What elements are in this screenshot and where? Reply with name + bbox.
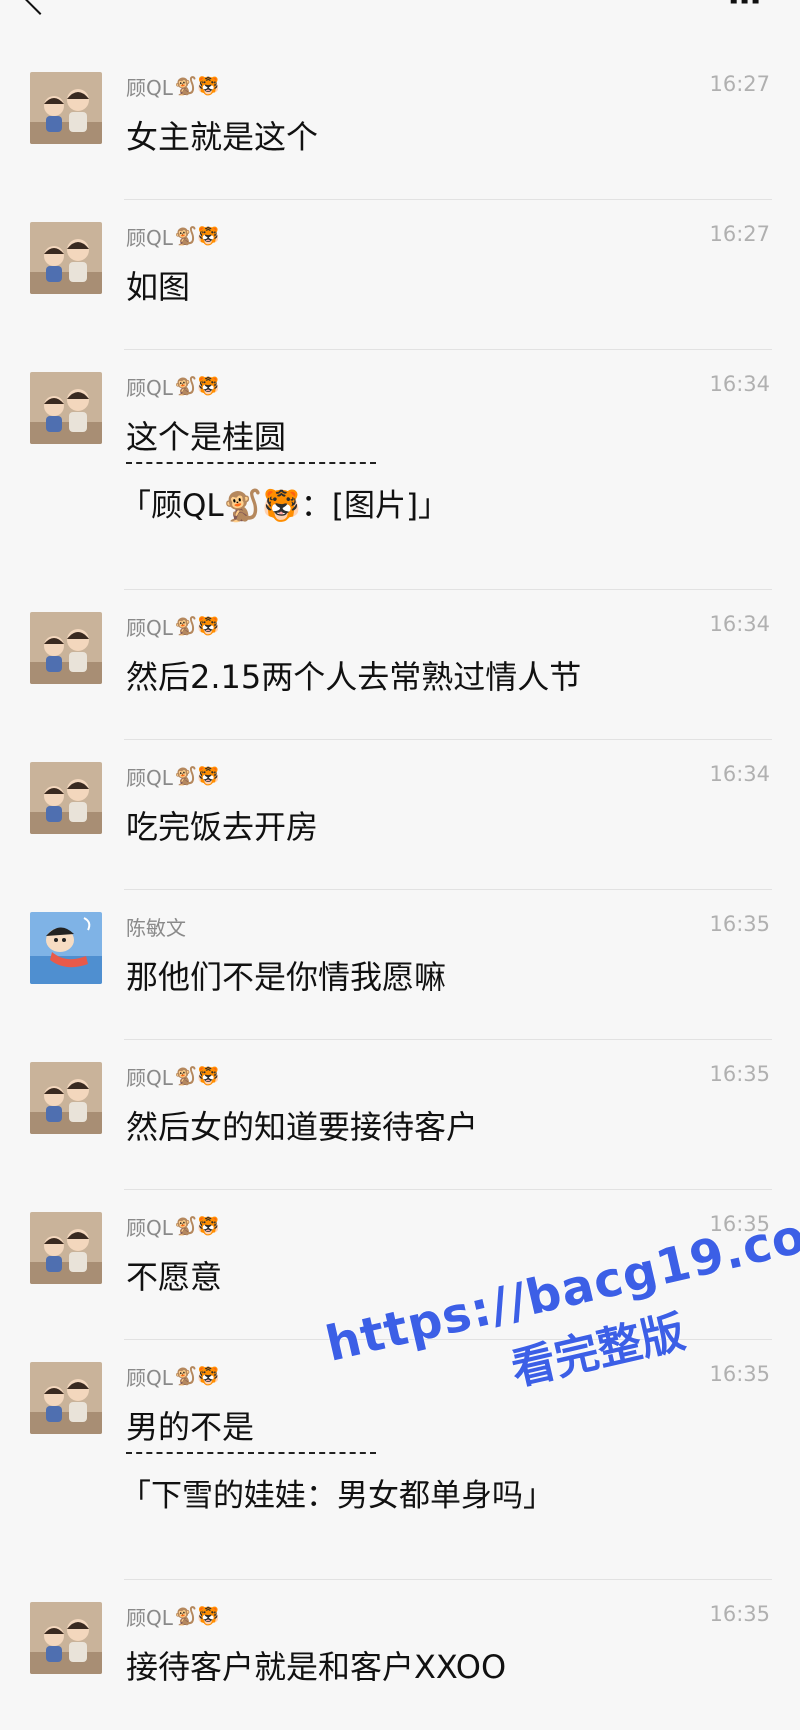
message-time: 16:27	[709, 72, 770, 96]
avatar[interactable]	[30, 912, 102, 984]
avatar[interactable]	[30, 762, 102, 834]
message-text[interactable]: 如图	[126, 262, 190, 308]
sender-emoji: 🐒🐯	[174, 766, 220, 787]
quoted-message[interactable]: 「下雪的娃娃：男女都单身吗」	[120, 1470, 554, 1515]
sender-name-text: 顾QL	[126, 766, 173, 790]
sender-name: 顾QL 🐒🐯	[126, 762, 220, 791]
sender-name: 顾QL 🐒🐯	[126, 1212, 220, 1241]
sender-emoji: 🐒🐯	[174, 376, 220, 397]
sender-name-text: 顾QL	[126, 1216, 173, 1240]
sender-emoji: 🐒🐯	[174, 76, 220, 97]
message-item[interactable]: 顾QL 🐒🐯 16:27 女主就是这个	[0, 50, 800, 200]
message-time: 16:34	[709, 372, 770, 396]
avatar[interactable]	[30, 1062, 102, 1134]
message-text[interactable]: 吃完饭去开房	[126, 802, 318, 848]
message-item[interactable]: 顾QL 🐒🐯 16:35 接待客户就是和客户XXOO	[0, 1580, 800, 1730]
sender-name-text: 顾QL	[126, 376, 173, 400]
sender-emoji: 🐒🐯	[174, 1366, 220, 1387]
message-item[interactable]: 陈敏文 16:35 那他们不是你情我愿嘛	[0, 890, 800, 1040]
message-time: 16:34	[709, 612, 770, 636]
top-bar: ···	[0, 0, 800, 46]
message-text[interactable]: 接待客户就是和客户XXOO	[126, 1642, 506, 1688]
message-item[interactable]: 顾QL 🐒🐯 16:35 不愿意	[0, 1190, 800, 1340]
sender-name: 顾QL 🐒🐯	[126, 1062, 220, 1091]
avatar[interactable]	[30, 1602, 102, 1674]
message-item[interactable]: 顾QL 🐒🐯 16:34 然后2.15两个人去常熟过情人节	[0, 590, 800, 740]
sender-emoji: 🐒🐯	[174, 1606, 220, 1627]
sender-name: 顾QL 🐒🐯	[126, 1362, 220, 1391]
sender-name-text: 顾QL	[126, 1606, 173, 1630]
message-text[interactable]: 这个是桂圆	[126, 412, 286, 458]
sender-emoji: 🐒🐯	[174, 616, 220, 637]
message-text[interactable]: 男的不是	[126, 1402, 254, 1448]
avatar[interactable]	[30, 372, 102, 444]
message-item[interactable]: 顾QL 🐒🐯 16:35 男的不是「下雪的娃娃：男女都单身吗」	[0, 1340, 800, 1580]
sender-emoji: 🐒🐯	[174, 226, 220, 247]
sender-emoji: 🐒🐯	[174, 1216, 220, 1237]
message-item[interactable]: 顾QL 🐒🐯 16:34 这个是桂圆「顾QL🐒🐯：[图片]」	[0, 350, 800, 590]
sender-name: 顾QL 🐒🐯	[126, 72, 220, 101]
sender-name-text: 顾QL	[126, 76, 173, 100]
message-time: 16:27	[709, 222, 770, 246]
message-item[interactable]: 顾QL 🐒🐯 16:27 如图	[0, 200, 800, 350]
sender-name: 顾QL 🐒🐯	[126, 222, 220, 251]
quoted-message[interactable]: 「顾QL🐒🐯：[图片]」	[120, 480, 449, 525]
sender-name-text: 顾QL	[126, 1366, 173, 1390]
sender-name: 陈敏文	[126, 912, 188, 941]
message-text[interactable]: 然后女的知道要接待客户	[126, 1102, 478, 1148]
quote-separator	[126, 462, 376, 464]
message-time: 16:35	[709, 1062, 770, 1086]
message-item[interactable]: 顾QL 🐒🐯 16:34 吃完饭去开房	[0, 740, 800, 890]
avatar[interactable]	[30, 72, 102, 144]
sender-name-text: 顾QL	[126, 1066, 173, 1090]
message-time: 16:35	[709, 1362, 770, 1386]
sender-name-text: 顾QL	[126, 226, 173, 250]
avatar[interactable]	[30, 612, 102, 684]
message-item[interactable]: 顾QL 🐒🐯 16:35 然后女的知道要接待客户	[0, 1040, 800, 1190]
message-text[interactable]: 那他们不是你情我愿嘛	[126, 952, 446, 998]
sender-name: 顾QL 🐒🐯	[126, 1602, 220, 1631]
quote-separator	[126, 1452, 376, 1454]
message-text[interactable]: 然后2.15两个人去常熟过情人节	[126, 652, 581, 698]
message-list[interactable]: 顾QL 🐒🐯 16:27 女主就是这个 顾QL 🐒🐯 16:27 如图 顾QL 🐒🐯 16:34 这个…	[0, 50, 800, 1730]
message-text[interactable]: 不愿意	[126, 1252, 222, 1298]
message-time: 16:35	[709, 1212, 770, 1236]
message-text[interactable]: 女主就是这个	[126, 112, 318, 158]
avatar[interactable]	[30, 222, 102, 294]
sender-name: 顾QL 🐒🐯	[126, 372, 220, 401]
message-time: 16:35	[709, 912, 770, 936]
message-time: 16:35	[709, 1602, 770, 1626]
avatar[interactable]	[30, 1212, 102, 1284]
chevron-left-icon[interactable]	[23, 0, 57, 15]
sender-name: 顾QL 🐒🐯	[126, 612, 220, 641]
more-dots-icon[interactable]: ···	[727, 0, 762, 18]
avatar[interactable]	[30, 1362, 102, 1434]
sender-name-text: 陈敏文	[126, 916, 186, 940]
sender-name-text: 顾QL	[126, 616, 173, 640]
sender-emoji: 🐒🐯	[174, 1066, 220, 1087]
message-time: 16:34	[709, 762, 770, 786]
